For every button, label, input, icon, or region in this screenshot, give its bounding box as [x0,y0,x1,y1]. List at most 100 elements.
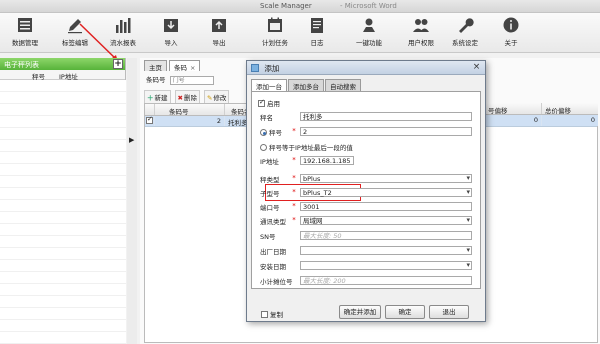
collapse-arrow-icon[interactable]: ▶ [129,136,134,144]
name-label: 秤名 [260,114,273,122]
export-icon [212,19,226,32]
chart-bars-icon [116,18,131,33]
ip-address-input[interactable]: 192.168.1.185 [300,156,354,165]
edit-icon: ✎ [206,94,213,102]
required-mark: * [292,174,296,182]
column-total-offset[interactable]: 总价偏移 [541,103,598,115]
edit-button[interactable]: ✎修改 [203,90,230,104]
toolbar-system-settings[interactable]: 系统设定 [440,16,490,47]
dialog-body: 启用 秤名 托利多 秤号 * 2 秤号等于IP地址最后一段的值 IP地址 * 1… [251,91,481,289]
toolbar-one-key[interactable]: 一键功能 [344,16,394,47]
ok-button[interactable]: 确定 [385,305,425,319]
port-label: 端口号 [260,204,280,212]
scale-list-columns: 秤号 IP地址 [0,70,125,81]
scale-equals-ip-radio[interactable] [260,144,267,151]
table-row-right: 0 0 [484,115,598,126]
sub-model-select[interactable]: bPlus_T2 [300,188,472,197]
install-date-picker[interactable] [300,261,472,270]
toolbar-log[interactable]: 日志 [292,16,342,47]
import-icon [164,19,178,32]
scale-number-radio[interactable] [260,129,267,136]
pen-icon [68,19,82,34]
delete-icon: ✖ [177,94,183,102]
column-ip-address[interactable]: IP地址 [45,70,78,81]
sub-model-label: 子型号 [260,190,280,198]
toolbar-user-permissions[interactable]: 用户权限 [396,16,446,47]
scale-number-input[interactable]: 2 [300,127,472,136]
users-icon [413,19,429,32]
tab-barcode[interactable]: 条码 × [169,60,201,72]
action-bar: ＋新建 ✖删除 ✎修改 [144,90,233,104]
delete-button[interactable]: ✖删除 [174,90,200,104]
search-label: 条码号 [146,76,166,84]
main-tabs: 主页 条码 × [144,60,202,72]
required-mark: * [292,216,296,224]
enabled-option[interactable]: 启用 [258,98,280,108]
cancel-button[interactable]: 退出 [429,305,469,319]
window-titlebar: Scale Manager - Microsoft Word [0,0,600,13]
tab-close-icon[interactable]: × [190,64,195,72]
comm-type-label: 通讯类型 [260,218,286,226]
cashier-no-label: 小计摊位号 [260,278,293,286]
copy-checkbox[interactable] [261,311,268,318]
required-mark: * [292,202,296,210]
copy-option[interactable]: 复制 [261,309,283,319]
scale-list-title: 电子秤列表 [4,61,39,69]
panel-splitter[interactable]: ▶ [127,58,137,344]
tab-home[interactable]: 主页 [144,60,167,72]
sn-input[interactable]: 最大长度: 50 [300,231,472,240]
right-columns-header: 号偏移 总价偏移 [484,103,598,115]
new-button[interactable]: ＋新建 [144,90,171,104]
scale-number-radio-row[interactable]: 秤号 [260,127,282,137]
dialog-titlebar[interactable]: 添加 × [247,61,485,75]
toolbar-flow-report[interactable]: 流水报表 [98,16,148,47]
calendar-icon [268,17,282,32]
toolbar-about[interactable]: 关于 [486,16,536,47]
toolbar-export[interactable]: 导出 [194,16,244,47]
barcode-search: 条码号 [146,74,214,85]
scale-list-grid [0,80,126,344]
factory-date-label: 出厂日期 [260,248,286,256]
toolbar-label-edit[interactable]: 标签编辑 [50,16,100,47]
scale-type-label: 秤类型 [260,176,280,184]
row-number: 2 [155,116,225,126]
checkbox-checked-icon [146,115,153,124]
enabled-checkbox[interactable] [258,98,265,107]
one-key-icon [363,18,375,32]
factory-date-picker[interactable] [300,246,472,255]
scale-equals-ip-radio-row[interactable]: 秤号等于IP地址最后一段的值 [260,142,353,152]
plus-icon: ＋ [147,94,154,102]
add-scale-button[interactable]: + [113,59,123,69]
row-checkbox[interactable] [145,115,155,126]
toolbar-import[interactable]: 导入 [146,16,196,47]
scale-type-select[interactable]: bPlus [300,174,472,183]
column-barcode-number[interactable]: 条码号 [155,104,225,116]
scale-name-input[interactable]: 托利多 [300,112,472,121]
barcode-search-input[interactable] [169,76,214,85]
sn-label: SN号 [260,233,276,241]
window-title: Scale Manager [260,2,312,10]
scale-list-panel: 电子秤列表 + 秤号 IP地址 [0,58,126,344]
dialog-title: 添加 [264,64,280,73]
port-input[interactable]: 3001 [300,202,472,211]
toolbar-data-management[interactable]: 数据管理 [0,16,50,47]
table-right-columns: 号偏移 总价偏移 0 0 [484,103,598,126]
window-title-suffix: - Microsoft Word [340,2,397,10]
info-icon [503,17,519,33]
wrench-icon [459,18,474,33]
add-scale-dialog: 添加 × 添加一台 添加多台 自动搜索 启用 秤名 托利多 秤号 * 2 秤号等… [246,60,486,322]
column-number-offset[interactable]: 号偏移 [484,103,541,115]
table-icon [18,18,32,32]
comm-type-select[interactable]: 局域网 [300,216,472,225]
required-mark: * [292,156,296,164]
scale-list-header: 电子秤列表 + [0,58,125,70]
cell-number-offset: 0 [484,115,541,126]
required-mark: * [292,188,296,196]
cashier-no-input[interactable]: 最大长度: 200 [300,276,472,285]
confirm-and-add-button[interactable]: 确定并添加 [339,305,381,319]
column-select[interactable] [145,104,155,115]
column-scale-number[interactable]: 秤号 [0,70,45,81]
required-mark: * [292,127,296,135]
cell-total-offset: 0 [541,115,598,126]
dialog-close-button[interactable]: × [471,62,482,73]
